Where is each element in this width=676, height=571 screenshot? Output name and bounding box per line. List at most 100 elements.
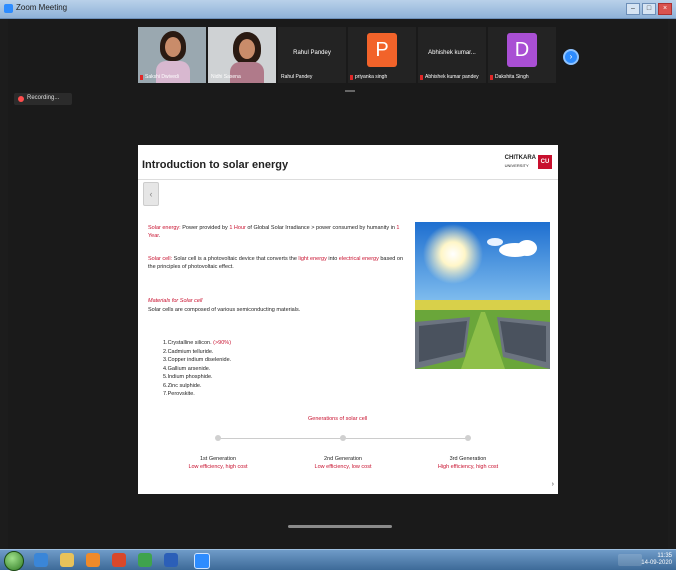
strip-resize-handle[interactable] <box>345 90 355 92</box>
participant-name: Rahul Pandey <box>281 74 313 80</box>
excel-icon[interactable] <box>138 553 152 567</box>
text: . <box>158 233 161 239</box>
logo-line1: CHITKARA <box>504 155 536 161</box>
shared-screen-slide: Introduction to solar energy CHITKARA UN… <box>138 145 558 494</box>
participant-name: priyanka singh <box>355 74 388 80</box>
title-divider <box>138 179 558 180</box>
material-name: 1.Crystalline silicon. <box>163 340 214 346</box>
list-item: 2.Cadmium telluride. <box>163 348 231 357</box>
timeline-dot <box>215 435 221 441</box>
university-logo: CHITKARA UNIVERSITY CU <box>505 155 552 169</box>
materials-list: 1.Crystalline silicon. (>90%) 2.Cadmium … <box>163 339 231 399</box>
participant-display-name: Abhishek kumar... <box>428 50 476 56</box>
more-participants-button[interactable]: › <box>563 49 579 65</box>
previous-slide-icon[interactable]: ‹ <box>143 182 159 206</box>
taskbar-clock[interactable]: 11:35 14-09-2020 <box>641 553 672 567</box>
slide-title: Introduction to solar energy <box>142 159 289 171</box>
list-item: 4.Gallium arsenide. <box>163 365 231 374</box>
muted-mic-icon <box>420 75 423 80</box>
generation-name: 3rd Generation <box>449 456 487 462</box>
next-slide-icon[interactable]: › <box>552 481 554 488</box>
material-name: 2.Cadmium telluride. <box>163 348 214 355</box>
window-controls: – □ × <box>626 3 672 15</box>
text: into <box>326 256 339 262</box>
start-button[interactable] <box>4 551 24 571</box>
generation-name: 2nd Generation <box>324 456 362 462</box>
logo-line2: UNIVERSITY <box>504 163 529 168</box>
participant-tile[interactable]: P priyanka singh <box>348 27 416 83</box>
list-item: 7.Perovskite. <box>163 390 231 399</box>
solar-panel-image <box>415 222 550 369</box>
participant-avatar: P <box>367 33 397 67</box>
meeting-area: Recording... Sakshi Dwivedi Nidhi Saxena… <box>8 19 668 549</box>
participant-tile[interactable]: Rahul Pandey Rahul Pandey <box>278 27 346 83</box>
media-player-icon[interactable] <box>86 553 100 567</box>
generation-name: 1st Generation <box>199 456 237 462</box>
generation-item: 3rd Generation High efficiency, high cos… <box>423 455 513 471</box>
material-name: 7.Perovskite. <box>163 391 195 397</box>
solar-cell-paragraph: Solar cell: Solar cell is a photovoltaic… <box>148 255 410 271</box>
participant-avatar: D <box>507 33 537 67</box>
generation-desc: Low efficiency, low cost <box>314 464 372 470</box>
window-title: Zoom Meeting <box>16 3 68 12</box>
folder-icon[interactable] <box>60 553 74 567</box>
material-note: (>90%) <box>213 340 232 346</box>
list-item: 5.Indium phosphide. <box>163 373 231 382</box>
recording-dot-icon <box>18 96 24 102</box>
participant-name: Abhishek kumar pandey <box>425 74 479 80</box>
materials-intro: Solar cells are composed of various semi… <box>148 307 301 313</box>
participant-tile[interactable]: Abhishek kumar... Abhishek kumar pandey <box>418 27 486 83</box>
participant-name: Nidhi Saxena <box>211 74 241 80</box>
generation-item: 2nd Generation Low efficiency, low cost <box>298 455 388 471</box>
clock-date: 14-09-2020 <box>641 560 672 566</box>
generation-desc: High efficiency, high cost <box>437 464 499 470</box>
solar-energy-paragraph: Solar energy: Power provided by 1 Hour o… <box>148 224 410 240</box>
highlight: 1 Hour <box>229 225 246 231</box>
participant-tile[interactable]: Sakshi Dwivedi <box>138 27 206 83</box>
participant-tile[interactable]: D Dakshita Singh <box>488 27 556 83</box>
zoom-app-icon <box>4 4 13 13</box>
recording-indicator[interactable]: Recording... <box>14 93 72 105</box>
muted-mic-icon <box>490 75 493 80</box>
zoom-taskbar-icon[interactable] <box>194 553 210 569</box>
material-name: 4.Gallium arsenide. <box>163 365 211 372</box>
timeline-dot <box>340 435 346 441</box>
material-name: 3.Copper indium diselenide. <box>163 357 232 363</box>
text: Power provided by <box>180 225 230 231</box>
minimize-button[interactable]: – <box>626 3 640 15</box>
material-name: 5.Indium phosphide. <box>163 374 213 380</box>
materials-heading: Materials for Solar cell <box>148 298 203 304</box>
participant-tile[interactable]: Nidhi Saxena <box>208 27 276 83</box>
generations-heading: Generations of solar cell <box>308 416 368 422</box>
horizontal-scrollbar[interactable] <box>288 525 392 528</box>
logo-badge: CU <box>538 155 552 169</box>
muted-mic-icon <box>140 75 143 80</box>
material-name: 6.Zinc sulphide. <box>163 382 202 389</box>
screen: Zoom Meeting – □ × Recording... Sakshi D… <box>0 0 676 571</box>
term: Solar cell: <box>148 256 173 262</box>
maximize-button[interactable]: □ <box>642 3 656 15</box>
system-tray[interactable] <box>618 554 642 566</box>
highlight: light energy <box>298 256 327 262</box>
participant-display-name: Rahul Pandey <box>293 50 331 56</box>
highlight: electrical energy <box>338 256 379 262</box>
ie-icon[interactable] <box>34 553 48 567</box>
list-item: 1.Crystalline silicon. (>90%) <box>163 339 231 348</box>
text: of Global Solar Irradiance > power consu… <box>245 225 397 231</box>
windows-taskbar: 11:35 14-09-2020 <box>0 549 676 571</box>
generation-item: 1st Generation Low efficiency, high cost <box>173 455 263 471</box>
participant-name: Dakshita Singh <box>495 74 529 80</box>
term: Solar energy: <box>148 225 181 231</box>
timeline-dot <box>465 435 471 441</box>
chrome-icon[interactable] <box>112 553 126 567</box>
recording-label: Recording... <box>27 95 60 101</box>
close-button[interactable]: × <box>658 3 672 15</box>
list-item: 6.Zinc sulphide. <box>163 382 231 391</box>
participant-name: Sakshi Dwivedi <box>145 74 179 80</box>
muted-mic-icon <box>350 75 353 80</box>
window-titlebar: Zoom Meeting – □ × <box>0 0 676 19</box>
word-icon[interactable] <box>164 553 178 567</box>
generation-desc: Low efficiency, high cost <box>188 464 248 470</box>
participant-strip: Sakshi Dwivedi Nidhi Saxena Rahul Pandey… <box>138 27 558 83</box>
list-item: 3.Copper indium diselenide. <box>163 356 231 365</box>
